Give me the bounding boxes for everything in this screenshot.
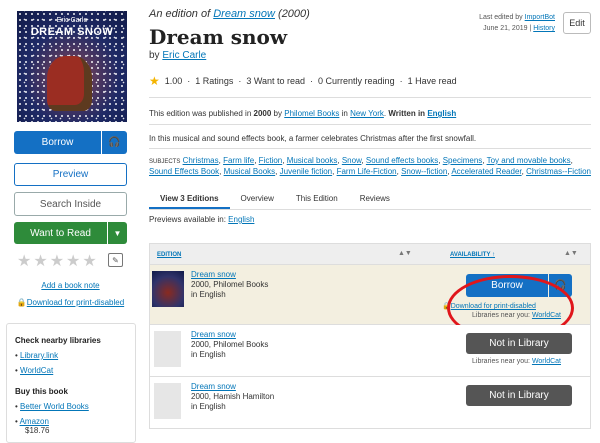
want-to-read-button[interactable]: Want to Read	[14, 222, 107, 244]
edition-column-header[interactable]: EDITION	[157, 252, 181, 258]
edit-button[interactable]: Edit	[563, 12, 591, 34]
tabs: View 3 Editions Overview This Edition Re…	[149, 192, 591, 210]
download-link[interactable]: Download for print-disabled	[27, 298, 124, 307]
work-link[interactable]: Dream snow	[213, 8, 275, 20]
availability-column-header[interactable]: AVAILABILITY ↑	[450, 252, 495, 258]
table-header: EDITION ▲▼ AVAILABILITY ↑ ▲▼	[149, 243, 591, 265]
tab-editions[interactable]: View 3 Editions	[149, 192, 230, 209]
table-row: Dream snow 2000, Hamish Hamilton in Engli…	[149, 377, 591, 429]
sort-arrows-icon[interactable]: ▲▼	[398, 250, 412, 257]
preview-button[interactable]: Preview	[14, 163, 127, 186]
publication-info: This edition was published in 2000 by Ph…	[149, 109, 457, 118]
subject-link[interactable]: Musical books	[287, 156, 338, 165]
subjects-label: Subjects	[149, 159, 181, 165]
history-link[interactable]: History	[533, 25, 555, 32]
language-link[interactable]: English	[427, 109, 456, 118]
note-icon[interactable]: ✎	[108, 253, 123, 267]
edition-cover-placeholder	[154, 331, 181, 367]
star-rating[interactable]: ★ ★ ★ ★ ★	[17, 251, 97, 271]
author-link[interactable]: Eric Carle	[162, 50, 206, 61]
worldcat-link[interactable]: WorldCat	[532, 358, 561, 365]
edition-title-link[interactable]: Dream snow	[191, 330, 236, 339]
edition-title-link[interactable]: Dream snow	[191, 382, 236, 391]
table-row: Dream snow 2000, Philomel Books in Englis…	[149, 265, 591, 341]
library-link[interactable]: Library.link	[20, 351, 58, 360]
subject-link[interactable]: Specimens	[443, 156, 483, 165]
edition-info: 2000, Philomel Books in English	[191, 340, 269, 359]
check-libraries-heading: Check nearby libraries	[15, 336, 101, 345]
headphones-icon: 🎧	[108, 137, 121, 148]
subject-link[interactable]: Accelerated Reader	[451, 167, 521, 176]
subjects: Subjects Christmas, Farm life, Fiction, …	[149, 156, 591, 176]
last-edited: Last edited by ImportBot June 21, 2019 |…	[479, 14, 555, 32]
page-title: Dream snow	[149, 25, 288, 49]
tab-overview[interactable]: Overview	[230, 192, 285, 209]
divider	[149, 148, 591, 149]
add-book-note-link[interactable]: Add a book note	[41, 281, 99, 290]
editions-table: EDITION ▲▼ AVAILABILITY ↑ ▲▼ Dream snow …	[149, 243, 591, 443]
previews-available: Previews available in: English	[149, 215, 255, 224]
star-icon: ★	[149, 74, 160, 88]
subject-link[interactable]: Fiction	[259, 156, 283, 165]
stats-row: ★ 1.00 · 1 Ratings · 3 Want to read · 0 Cur…	[149, 74, 457, 88]
cover-title: DREAM SNOW	[30, 26, 114, 38]
star-icon[interactable]: ★	[33, 251, 47, 271]
star-icon[interactable]: ★	[66, 251, 80, 271]
subject-link[interactable]: Sound effects books	[366, 156, 438, 165]
tab-reviews[interactable]: Reviews	[349, 192, 401, 209]
book-cover[interactable]: Eric Carle DREAM SNOW	[17, 11, 127, 122]
table-row: Dream snow 2000, Philomel Books in Englis…	[149, 325, 591, 377]
sort-arrows-icon[interactable]: ▲▼	[564, 250, 578, 257]
editor-link[interactable]: ImportBot	[525, 14, 555, 21]
worldcat-link[interactable]: WorldCat	[20, 366, 53, 375]
edition-cover[interactable]	[152, 271, 184, 307]
subject-link[interactable]: Christmas--Fiction	[526, 167, 591, 176]
star-icon[interactable]: ★	[50, 251, 64, 271]
borrow-button[interactable]: Borrow	[14, 131, 101, 154]
publisher-link[interactable]: Philomel Books	[284, 109, 339, 118]
description: In this musical and sound effects book, …	[149, 134, 477, 143]
subject-link[interactable]: Snow	[342, 156, 362, 165]
subject-link[interactable]: Christmas	[183, 156, 219, 165]
cover-illustration	[47, 56, 92, 111]
star-icon[interactable]: ★	[17, 251, 31, 271]
amazon-link[interactable]: Amazon	[20, 417, 49, 426]
subject-link[interactable]: Musical Books	[224, 167, 276, 176]
subject-link[interactable]: Farm life	[223, 156, 254, 165]
subject-link[interactable]: Snow--fiction	[401, 167, 447, 176]
libraries-box: Check nearby libraries Library.link Worl…	[6, 323, 136, 443]
caret-down-icon: ▼	[113, 228, 122, 238]
subject-link[interactable]: Juvenile fiction	[280, 167, 332, 176]
betterworldbooks-link[interactable]: Better World Books	[20, 402, 89, 411]
cover-author: Eric Carle	[56, 17, 88, 24]
want-to-read-dropdown[interactable]: ▼	[108, 222, 127, 244]
edition-cover-placeholder	[154, 383, 181, 419]
not-in-library-button[interactable]: Not in Library	[466, 385, 572, 406]
edition-info: 2000, Philomel Books in English	[191, 280, 269, 299]
tab-this-edition[interactable]: This Edition	[285, 192, 349, 209]
edition-info: 2000, Hamish Hamilton in English	[191, 392, 275, 411]
place-link[interactable]: New York	[350, 109, 384, 118]
listen-button[interactable]: 🎧	[102, 131, 127, 154]
subject-link[interactable]: Sound Effects Book	[149, 167, 219, 176]
divider	[149, 97, 591, 98]
lock-icon: 🔒	[16, 298, 27, 307]
edition-line: An edition of Dream snow (2000)	[149, 8, 310, 20]
star-icon[interactable]: ★	[82, 251, 96, 271]
amazon-price: $18.76	[25, 426, 50, 435]
buy-book-heading: Buy this book	[15, 387, 68, 396]
divider	[149, 124, 591, 125]
author-line: by Eric Carle	[149, 50, 207, 61]
subject-link[interactable]: Farm Life-Fiction	[337, 167, 397, 176]
search-inside-button[interactable]: Search Inside	[14, 192, 127, 216]
preview-language-link[interactable]: English	[228, 215, 254, 224]
subject-link[interactable]: Toy and movable books	[487, 156, 571, 165]
edition-title-link[interactable]: Dream snow	[191, 270, 236, 279]
not-in-library-button[interactable]: Not in Library	[466, 333, 572, 354]
